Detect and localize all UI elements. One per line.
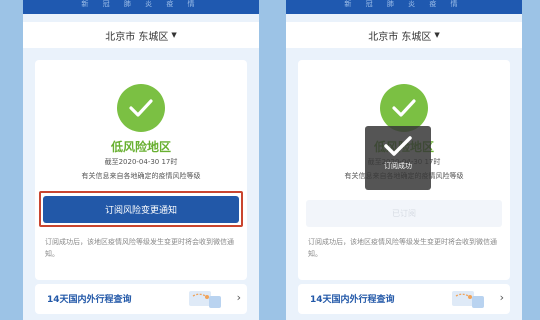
subscribe-risk-notification-button[interactable]: 订阅风险变更通知 (43, 196, 239, 223)
check-icon (384, 136, 412, 156)
check-circle-icon (117, 84, 165, 132)
location-selector[interactable]: 北京市 东城区 ▼ (23, 22, 259, 48)
phone-screen-after: 新 冠 肺 炎 疫 情 北京市 东城区 ▼ 低风险地区 截至2020-04-30… (286, 0, 522, 320)
phone-screen-before: 新 冠 肺 炎 疫 情 北京市 东城区 ▼ 低风险地区 截至2020-04-30… (23, 0, 259, 320)
subscribe-success-toast: 订阅成功 (365, 126, 431, 190)
header-banner: 新 冠 肺 炎 疫 情 (286, 0, 522, 14)
risk-status-card: 低风险地区 截至2020-04-30 17时 有关信息来自各地确定的疫情风险等级… (35, 60, 247, 280)
itinerary-query-card[interactable]: 14天国内外行程查询 › (35, 284, 247, 314)
itinerary-query-label: 14天国内外行程查询 (310, 295, 395, 305)
map-illustration-icon (189, 291, 221, 308)
caret-down-icon: ▼ (434, 31, 440, 39)
location-label: 北京市 东城区 (368, 31, 432, 43)
itinerary-query-card[interactable]: 14天国内外行程查询 › (298, 284, 510, 314)
location-selector[interactable]: 北京市 东城区 ▼ (286, 22, 522, 48)
source-note: 有关信息来自各地确定的疫情风险等级 (81, 172, 201, 180)
caret-down-icon: ▼ (171, 31, 177, 39)
itinerary-query-label: 14天国内外行程查询 (47, 295, 132, 305)
as-of-timestamp: 截至2020-04-30 17时 (104, 158, 178, 166)
location-label: 北京市 东城区 (105, 31, 169, 43)
subscribed-state-button[interactable]: 已订阅 (306, 200, 502, 227)
toast-message: 订阅成功 (384, 162, 412, 170)
map-illustration-icon (452, 291, 484, 308)
header-banner: 新 冠 肺 炎 疫 情 (23, 0, 259, 14)
subscription-notice: 订阅成功后，该地区疫情风险等级发生变更时将会收到微信通知。 (45, 238, 234, 258)
risk-level-label: 低风险地区 (110, 140, 171, 154)
chevron-right-icon: › (236, 291, 241, 304)
subscription-notice: 订阅成功后，该地区疫情风险等级发生变更时将会收到微信通知。 (308, 238, 497, 258)
chevron-right-icon: › (499, 291, 504, 304)
check-circle-icon (380, 84, 428, 132)
